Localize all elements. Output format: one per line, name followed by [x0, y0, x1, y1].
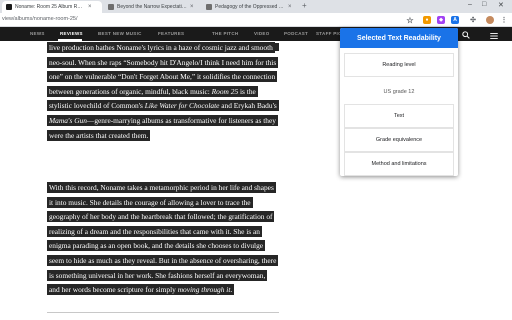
nav-best-new-music[interactable]: BEST NEW MUSIC [98, 31, 142, 36]
close-tab-icon[interactable]: × [288, 4, 292, 10]
browser-toolbar: view/albums/noname-room-25/ ☆ ● ◆ A ✣ ⋮ [0, 13, 512, 27]
browser-menu-icon[interactable]: ⋮ [500, 16, 508, 24]
article-paragraph-1: live production bathes Noname's lyrics i… [47, 41, 279, 143]
nav-news[interactable]: NEWS [30, 31, 45, 36]
extension-purple-icon[interactable]: ◆ [437, 16, 445, 24]
close-window-button[interactable]: ✕ [498, 1, 504, 9]
reading-level-value: US grade 12 [344, 80, 454, 104]
reading-level-button[interactable]: Reading level [344, 53, 454, 77]
extension-readability-icon[interactable]: A [451, 16, 459, 24]
popup-title: Selected Text Readability [340, 28, 458, 48]
nav-the-pitch[interactable]: THE PITCH [212, 31, 238, 36]
selected-text: live production bathes Noname's lyrics i… [47, 42, 279, 141]
article-paragraph-2: With this record, Noname takes a metamor… [47, 181, 279, 298]
method-and-limitations-button[interactable]: Method and limitations [344, 152, 454, 176]
wikipedia-favicon-icon [206, 4, 212, 10]
tab-noname-review[interactable]: Noname: Room 25 Album Revie... × [2, 1, 102, 13]
section-divider [47, 312, 279, 313]
extension-orange-icon[interactable]: ● [423, 16, 431, 24]
extension-puzzle-icon[interactable]: ✣ [469, 16, 477, 24]
nav-video[interactable]: VIDEO [254, 31, 270, 36]
tab-pedagogy-wiki[interactable]: Pedagogy of the Oppressed - Wi... × [202, 1, 298, 13]
text-button[interactable]: Text [344, 104, 454, 128]
selected-text: With this record, Noname takes a metamor… [47, 182, 279, 296]
minimize-button[interactable]: – [468, 1, 472, 8]
close-tab-icon[interactable]: × [190, 4, 194, 10]
bookmark-star-icon[interactable]: ☆ [406, 16, 414, 25]
close-tab-icon[interactable]: × [88, 4, 92, 10]
tab-beyond-expectations[interactable]: Beyond the Narrow Expectations ... × [104, 1, 200, 13]
address-bar[interactable]: view/albums/noname-room-25/ [2, 16, 78, 22]
nav-reviews[interactable]: REVIEWS [60, 31, 83, 36]
pitchfork-favicon-icon [6, 4, 12, 10]
tab-strip: Noname: Room 25 Album Revie... × Beyond … [0, 0, 512, 13]
grade-equivalence-button[interactable]: Grade equivalence [344, 128, 454, 152]
tab-label: Pedagogy of the Oppressed - Wi... [215, 4, 285, 10]
maximize-button[interactable]: □ [482, 1, 486, 8]
nav-podcast[interactable]: PODCAST [284, 31, 308, 36]
tab-label: Beyond the Narrow Expectations ... [117, 4, 187, 10]
new-tab-plus-icon[interactable]: + [302, 1, 307, 10]
search-icon[interactable] [462, 31, 470, 39]
hamburger-menu-icon[interactable] [490, 33, 498, 39]
tab-label: Noname: Room 25 Album Revie... [15, 4, 85, 10]
nav-features[interactable]: FEATURES [158, 31, 184, 36]
profile-avatar-icon[interactable] [486, 16, 494, 24]
readability-popup: Selected Text Readability Reading level … [340, 28, 458, 176]
page-favicon-icon [108, 4, 114, 10]
